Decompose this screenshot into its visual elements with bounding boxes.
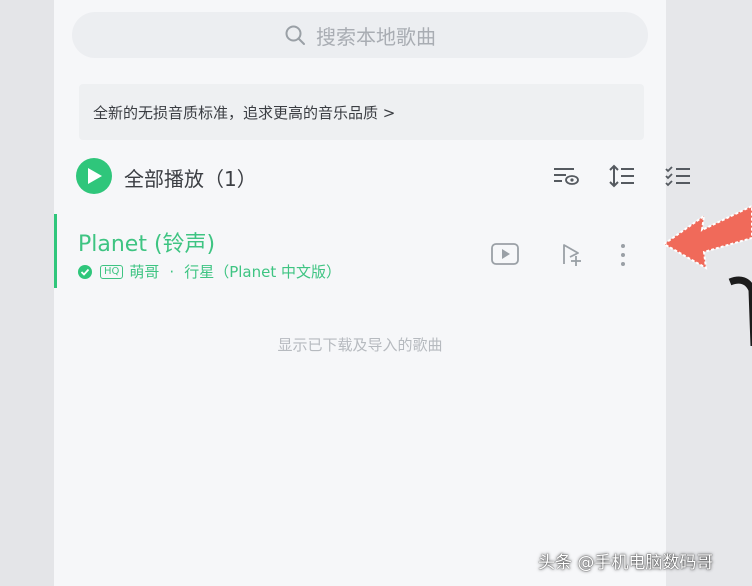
song-row[interactable]: Planet (铃声) HQ 萌哥 · 行星（Planet 中文版）: [54, 214, 666, 288]
play-all-label[interactable]: 全部播放（1）: [124, 163, 257, 192]
song-album: 行星（Planet 中文版）: [184, 263, 341, 281]
video-icon[interactable]: [490, 242, 520, 266]
song-artist: 萌哥: [129, 263, 160, 281]
more-icon[interactable]: [618, 242, 628, 268]
banner-text: 全新的无损音质标准，追求更高的音乐品质 >: [93, 103, 396, 122]
lossless-quality-banner[interactable]: 全新的无损音质标准，追求更高的音乐品质 >: [79, 84, 644, 140]
local-songs-hint: 显示已下载及导入的歌曲: [277, 336, 443, 354]
play-all-row: 全部播放（1）: [76, 156, 690, 196]
search-icon: [285, 25, 305, 45]
song-title: Planet (铃声): [78, 232, 216, 257]
meta-separator: ·: [169, 262, 175, 281]
play-icon: [88, 168, 102, 184]
watermark: 头条 @手机电脑数码哥: [538, 553, 714, 573]
phone-screen: 搜索本地歌曲 全新的无损音质标准，追求更高的音乐品质 > 全部播放（1） Pla…: [54, 0, 690, 586]
background-left: [0, 0, 54, 586]
downloaded-icon: [78, 264, 92, 279]
cable-icon: [728, 276, 752, 346]
view-icon[interactable]: [552, 164, 580, 188]
multi-select-icon[interactable]: [664, 164, 692, 188]
search-placeholder: 搜索本地歌曲: [316, 24, 436, 49]
search-bar[interactable]: 搜索本地歌曲: [72, 12, 648, 58]
now-playing-indicator: [54, 214, 57, 288]
play-all-button[interactable]: [76, 158, 112, 194]
add-to-playlist-icon[interactable]: [558, 242, 586, 268]
song-meta: HQ 萌哥 · 行星（Planet 中文版）: [78, 261, 341, 282]
annotation-arrow-icon: [662, 204, 752, 270]
sort-icon[interactable]: [608, 164, 636, 188]
quality-badge: HQ: [100, 264, 124, 279]
